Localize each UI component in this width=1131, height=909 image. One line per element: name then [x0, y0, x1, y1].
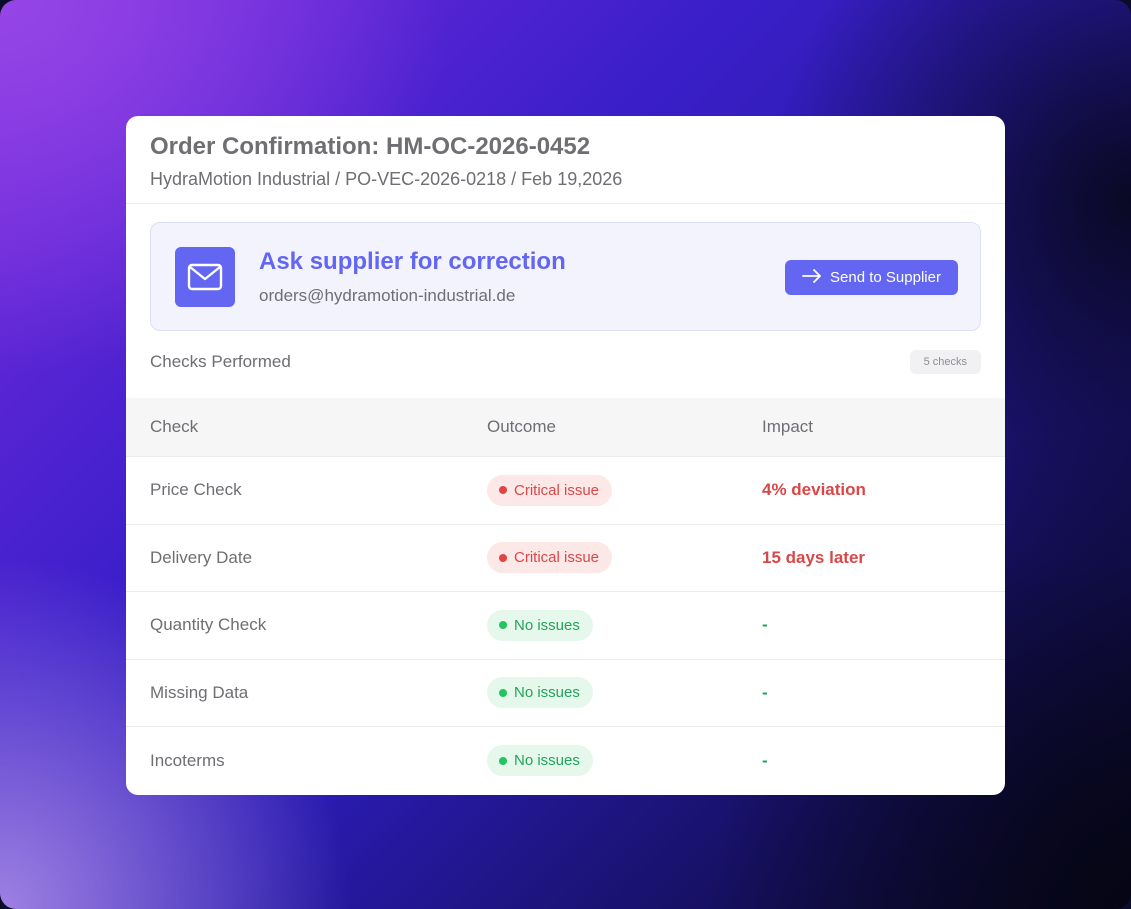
impact-value: - — [762, 750, 768, 770]
card-header: Order Confirmation: HM-OC-2026-0452 Hydr… — [126, 116, 1005, 204]
table-row: Incoterms No issues - — [126, 727, 1005, 795]
table-row: Missing Data No issues - — [126, 660, 1005, 727]
status-dot-icon — [499, 756, 507, 765]
check-name: Missing Data — [150, 682, 249, 702]
status-dot-icon — [499, 486, 507, 495]
status-badge: No issues — [487, 745, 593, 777]
column-header-outcome: Outcome — [487, 417, 556, 436]
status-dot-icon — [499, 621, 507, 630]
check-name: Quantity Check — [150, 615, 267, 635]
status-badge: No issues — [487, 609, 593, 641]
send-button-label: Send to Supplier — [830, 269, 941, 286]
status-badge: No issues — [487, 677, 593, 709]
column-header-check: Check — [150, 417, 199, 436]
checks-table: Check Outcome Impact Price Check Critica… — [126, 398, 1005, 795]
impact-value: 4% deviation — [762, 480, 866, 500]
status-label: No issues — [514, 752, 580, 770]
page-title: Order Confirmation: HM-OC-2026-0452 — [150, 133, 591, 160]
alert-title: Ask supplier for correction — [259, 248, 566, 275]
arrow-right-icon — [802, 268, 822, 287]
column-header-impact: Impact — [762, 417, 814, 436]
order-subtitle: HydraMotion Industrial / PO-VEC-2026-021… — [150, 169, 623, 189]
check-name: Incoterms — [150, 750, 225, 770]
table-row: Price Check Critical issue 4% deviation — [126, 457, 1005, 525]
mail-icon — [175, 247, 235, 307]
status-label: No issues — [514, 684, 580, 702]
status-label: Critical issue — [514, 549, 600, 567]
status-dot-icon — [499, 553, 507, 562]
table-row: Quantity Check No issues - — [126, 592, 1005, 660]
impact-value: 15 days later — [762, 547, 866, 567]
table-header: Check Outcome Impact — [126, 398, 1005, 457]
order-confirmation-card: Order Confirmation: HM-OC-2026-0452 Hydr… — [126, 116, 1005, 795]
status-dot-icon — [499, 688, 507, 697]
check-name: Delivery Date — [150, 547, 253, 567]
correction-alert: Ask supplier for correction orders@hydra… — [150, 222, 981, 331]
checks-performed-label: Checks Performed — [150, 352, 291, 371]
supplier-email: orders@hydramotion-industrial.de — [259, 286, 516, 305]
status-badge: Critical issue — [487, 542, 613, 574]
impact-value: - — [762, 615, 768, 635]
status-label: No issues — [514, 616, 580, 634]
impact-value: - — [762, 682, 768, 702]
table-row: Delivery Date Critical issue 15 days lat… — [126, 525, 1005, 592]
status-label: Critical issue — [514, 481, 600, 499]
send-to-supplier-button[interactable]: Send to Supplier — [785, 260, 958, 295]
check-name: Price Check — [150, 480, 242, 500]
status-badge: Critical issue — [487, 474, 613, 506]
checks-count-badge: 5 checks — [909, 350, 981, 374]
